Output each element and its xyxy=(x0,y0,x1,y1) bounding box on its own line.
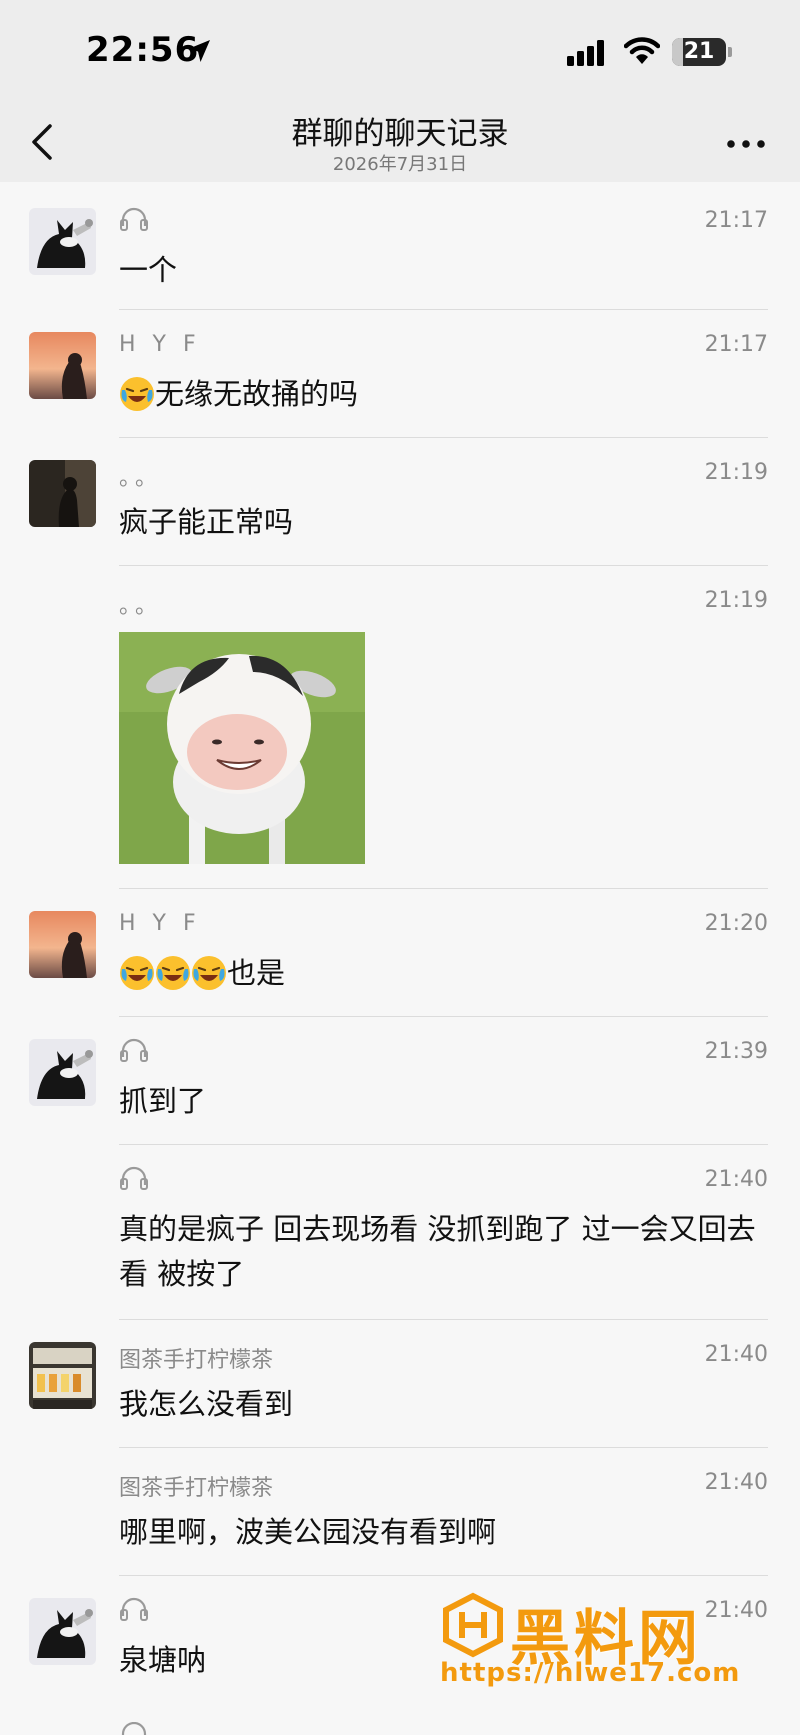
chat-message: H Y F 21:20 也是 xyxy=(0,889,800,1017)
message-text: 也是 xyxy=(227,956,286,990)
message-time: 21:20 xyxy=(704,911,768,936)
battery-percentage: 21 xyxy=(683,39,715,64)
status-bar: 22:56 21 xyxy=(0,0,800,100)
signal-icon xyxy=(567,40,604,66)
more-options-icon[interactable] xyxy=(726,138,766,150)
sender-name: 。。 xyxy=(119,594,163,619)
headset-icon xyxy=(121,1722,147,1735)
laughing-crying-emoji-icon xyxy=(120,377,154,411)
message-time: 21:40 xyxy=(704,1342,768,1367)
message-text: 疯子能正常吗 xyxy=(119,505,294,539)
sender-name: 。。 xyxy=(119,466,163,491)
watermark: 黑料网 https://hlwe17.com xyxy=(440,1592,780,1692)
laughing-crying-emoji-icon xyxy=(192,956,226,990)
sender-name: H Y F xyxy=(119,332,201,357)
message-text: 无缘无故捅的吗 xyxy=(155,377,359,411)
chat-message: 21:17 一个 xyxy=(0,186,800,310)
headset-icon xyxy=(120,1038,148,1062)
chat-message: 。。 21:19 xyxy=(0,566,800,889)
message-text: 真的是疯子 回去现场看 没抓到跑了 过一会又回去看 被按了 xyxy=(119,1212,756,1291)
sender-name: 图茶手打柠檬茶 xyxy=(119,1476,274,1501)
watermark-logo-icon xyxy=(443,1592,503,1658)
status-time: 22:56 xyxy=(86,30,200,70)
avatar-sunset-girl[interactable] xyxy=(29,911,96,978)
message-time: 21:17 xyxy=(704,208,768,233)
chat-message: 图茶手打柠檬茶 21:40 哪里啊，波美公园没有看到啊 xyxy=(0,1448,800,1576)
cow-face-sticker[interactable] xyxy=(119,632,365,864)
page-title: 群聊的聊天记录 xyxy=(291,116,509,152)
message-text: 一个 xyxy=(119,253,178,287)
battery-tip xyxy=(728,47,732,57)
avatar-sunset-girl[interactable] xyxy=(29,332,96,399)
message-text-row: 也是 xyxy=(119,951,764,996)
headset-icon xyxy=(120,1597,148,1621)
message-text-row: 无缘无故捅的吗 xyxy=(119,372,764,417)
message-time: 21:19 xyxy=(704,460,768,485)
avatar-cat[interactable] xyxy=(29,1039,96,1106)
laughing-crying-emoji-icon xyxy=(120,956,154,990)
chat-message: 21:39 抓到了 xyxy=(0,1017,800,1145)
headset-icon xyxy=(120,1166,148,1190)
message-time: 21:40 xyxy=(704,1167,768,1192)
avatar-dark-figure[interactable] xyxy=(29,460,96,527)
nav-bar: 群聊的聊天记录 2026年7月31日 xyxy=(0,100,800,182)
watermark-url: https://hlwe17.com xyxy=(440,1658,741,1688)
sender-name: H Y F xyxy=(119,911,201,936)
page-subtitle-date: 2026年7月31日 xyxy=(332,154,468,175)
laughing-crying-emoji-icon xyxy=(156,956,190,990)
message-time: 21:40 xyxy=(704,1470,768,1495)
message-time: 21:19 xyxy=(704,588,768,613)
sender-name: 图茶手打柠檬茶 xyxy=(119,1348,274,1373)
wifi-icon xyxy=(624,37,660,64)
avatar-cat[interactable] xyxy=(29,1598,96,1665)
location-arrow-icon xyxy=(188,40,210,62)
avatar-tea-shop[interactable] xyxy=(29,1342,96,1409)
chat-message: H Y F 21:17 无缘无故捅的吗 xyxy=(0,310,800,438)
chat-message: 。。 21:19 疯子能正常吗 xyxy=(0,438,800,566)
message-time: 21:39 xyxy=(704,1039,768,1064)
headset-icon xyxy=(120,207,148,231)
message-text: 我怎么没看到 xyxy=(119,1387,294,1421)
message-time: 21:17 xyxy=(704,332,768,357)
battery-indicator: 21 xyxy=(672,38,726,66)
chat-message: 图茶手打柠檬茶 21:40 我怎么没看到 xyxy=(0,1320,800,1448)
chat-message: 21:40 真的是疯子 回去现场看 没抓到跑了 过一会又回去看 被按了 xyxy=(0,1145,800,1320)
message-text: 抓到了 xyxy=(119,1084,207,1118)
message-text: 哪里啊，波美公园没有看到啊 xyxy=(119,1515,497,1549)
avatar-cat[interactable] xyxy=(29,208,96,275)
